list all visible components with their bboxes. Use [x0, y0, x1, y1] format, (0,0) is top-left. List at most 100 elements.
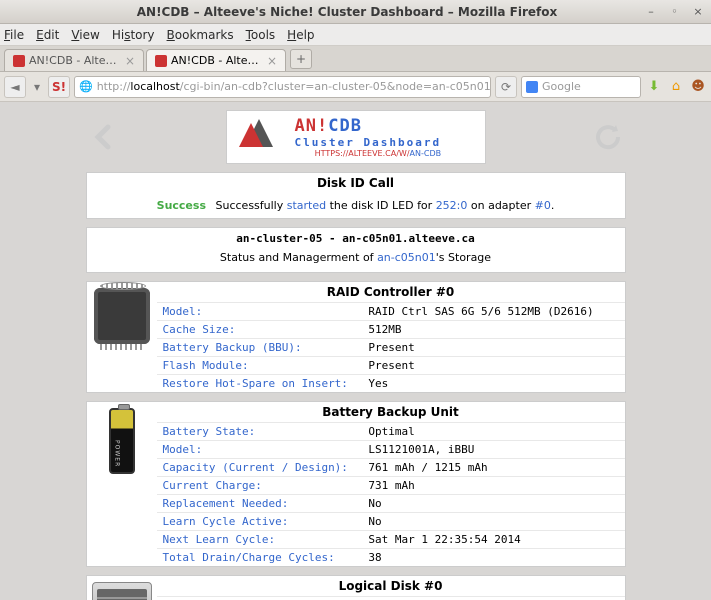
msg-part: Successfully	[216, 199, 287, 212]
property-value: 38	[362, 549, 624, 567]
cluster-header: an-cluster-05 - an-c05n01.alteeve.ca	[87, 228, 625, 245]
table-row: Model:LS1121001A, iBBU	[157, 441, 625, 459]
close-icon[interactable]: ×	[691, 5, 705, 18]
property-value: Optimal	[362, 597, 624, 600]
table-row: Capacity (Current / Design):761 mAh / 12…	[157, 459, 625, 477]
new-tab-button[interactable]: +	[290, 49, 312, 69]
disk-array-icon	[92, 582, 152, 600]
property-value: RAID Ctrl SAS 6G 5/6 512MB (D2616)	[362, 303, 624, 321]
cluster-panel: an-cluster-05 - an-c05n01.alteeve.ca Sta…	[86, 227, 626, 273]
node-link[interactable]: an-c05n01	[377, 251, 436, 264]
menu-view[interactable]: View	[71, 28, 99, 42]
property-key: Battery State:	[157, 423, 363, 441]
maximize-icon[interactable]: ◦	[668, 5, 682, 18]
table-row: Learn Cycle Active:No	[157, 513, 625, 531]
property-key: Next Learn Cycle:	[157, 531, 363, 549]
property-value: Present	[362, 339, 624, 357]
logo-url-suffix: AN-CDB	[410, 149, 442, 158]
table-row: Current Charge:731 mAh	[157, 477, 625, 495]
logo-line1a: AN!	[295, 116, 329, 136]
started-link[interactable]: started	[287, 199, 326, 212]
raid-controller-section: RAID Controller #0 Model:RAID Ctrl SAS 6…	[86, 281, 626, 393]
property-key: Replacement Needed:	[157, 495, 363, 513]
table-row: State:Optimal	[157, 597, 625, 600]
msg-part: the disk ID LED for	[326, 199, 436, 212]
logo-url: HTTPS://ALTEEVE.CA/W/	[315, 149, 410, 158]
section-title: Battery Backup Unit	[157, 402, 625, 422]
property-key: Flash Module:	[157, 357, 363, 375]
url-path: /cgi-bin/an-cdb?cluster=an-cluster-05&no…	[180, 80, 491, 93]
property-key: Model:	[157, 441, 363, 459]
logo-line1b: CDB	[328, 116, 362, 136]
property-value: 512MB	[362, 321, 624, 339]
msg-part: .	[551, 199, 555, 212]
table-row: Cache Size:512MB	[157, 321, 625, 339]
cluster-subtitle: Status and Managerment of an-c05n01's St…	[87, 245, 625, 272]
minimize-icon[interactable]: –	[644, 5, 658, 18]
back-arrow-icon[interactable]	[86, 119, 122, 155]
bbu-table: Battery State:OptimalModel:LS1121001A, i…	[157, 422, 625, 566]
property-value: Yes	[362, 375, 624, 393]
section-title: Logical Disk #0	[157, 576, 625, 596]
back-button[interactable]: ◄	[4, 76, 26, 98]
property-key: Capacity (Current / Design):	[157, 459, 363, 477]
property-value: Optimal	[362, 423, 624, 441]
raid-table: Model:RAID Ctrl SAS 6G 5/6 512MB (D2616)…	[157, 302, 625, 392]
tab-inactive[interactable]: AN!CDB - Alteeve's Niche! Clus… ×	[4, 49, 144, 71]
google-icon	[526, 81, 538, 93]
device-link[interactable]: 252:0	[436, 199, 468, 212]
window-titlebar: AN!CDB – Alteeve's Niche! Cluster Dashbo…	[0, 0, 711, 24]
table-row: Flash Module:Present	[157, 357, 625, 375]
favicon-icon	[13, 55, 25, 67]
search-placeholder: Google	[542, 80, 581, 93]
logo-icon	[235, 115, 287, 159]
stumble-icon[interactable]: S!	[48, 76, 70, 98]
search-box[interactable]: Google	[521, 76, 641, 98]
globe-icon: 🌐	[79, 80, 93, 93]
menu-bookmarks[interactable]: Bookmarks	[167, 28, 234, 42]
menu-tools[interactable]: Tools	[246, 28, 276, 42]
ld-table: State:OptimalBad Blocks Exist:NoRAID Lev…	[157, 596, 625, 600]
table-row: Next Learn Cycle:Sat Mar 1 22:35:54 2014	[157, 531, 625, 549]
menu-file[interactable]: File	[4, 28, 24, 42]
sub-text: 's Storage	[436, 251, 491, 264]
section-title: RAID Controller #0	[157, 282, 625, 302]
logo-text: AN!CDB Cluster Dashboard HTTPS://ALTEEVE…	[295, 116, 442, 158]
property-value: 761 mAh / 1215 mAh	[362, 459, 624, 477]
tab-bar: AN!CDB - Alteeve's Niche! Clus… × AN!CDB…	[0, 46, 711, 72]
table-row: Battery State:Optimal	[157, 423, 625, 441]
msg-part: on adapter	[467, 199, 534, 212]
battery-icon	[109, 408, 135, 474]
tab-active[interactable]: AN!CDB - Alteeve's Niche! Clus… ×	[146, 49, 286, 71]
property-value: Sat Mar 1 22:35:54 2014	[362, 531, 624, 549]
url-bar[interactable]: 🌐 http://localhost/cgi-bin/an-cdb?cluste…	[74, 76, 491, 98]
disk-id-call-panel: Disk ID Call Success Successfully starte…	[86, 172, 626, 219]
monkey-icon[interactable]: ☻	[689, 78, 707, 96]
property-key: Learn Cycle Active:	[157, 513, 363, 531]
logo[interactable]: AN!CDB Cluster Dashboard HTTPS://ALTEEVE…	[226, 110, 486, 164]
page-viewport[interactable]: AN!CDB Cluster Dashboard HTTPS://ALTEEVE…	[0, 102, 711, 600]
logo-line2: Cluster Dashboard	[295, 136, 442, 149]
tab-close-icon[interactable]: ×	[125, 54, 135, 68]
table-row: Restore Hot-Spare on Insert:Yes	[157, 375, 625, 393]
panel-title: Disk ID Call	[87, 173, 625, 193]
menu-edit[interactable]: Edit	[36, 28, 59, 42]
success-label: Success	[157, 199, 212, 212]
tab-close-icon[interactable]: ×	[267, 54, 277, 68]
window-title: AN!CDB – Alteeve's Niche! Cluster Dashbo…	[56, 5, 638, 19]
favicon-icon	[155, 55, 167, 67]
property-key: Model:	[157, 303, 363, 321]
refresh-icon[interactable]	[590, 119, 626, 155]
toolbar: ◄ ▾ S! 🌐 http://localhost/cgi-bin/an-cdb…	[0, 72, 711, 102]
table-row: Total Drain/Charge Cycles:38	[157, 549, 625, 567]
tab-label: AN!CDB - Alteeve's Niche! Clus…	[171, 54, 261, 67]
reload-button[interactable]: ⟳	[495, 76, 517, 98]
download-icon[interactable]: ⬇	[645, 78, 663, 96]
tab-label: AN!CDB - Alteeve's Niche! Clus…	[29, 54, 119, 67]
home-icon[interactable]: ⌂	[667, 78, 685, 96]
menu-history[interactable]: History	[112, 28, 155, 42]
table-row: Replacement Needed:No	[157, 495, 625, 513]
adapter-link[interactable]: #0	[535, 199, 551, 212]
menu-help[interactable]: Help	[287, 28, 314, 42]
property-value: No	[362, 513, 624, 531]
